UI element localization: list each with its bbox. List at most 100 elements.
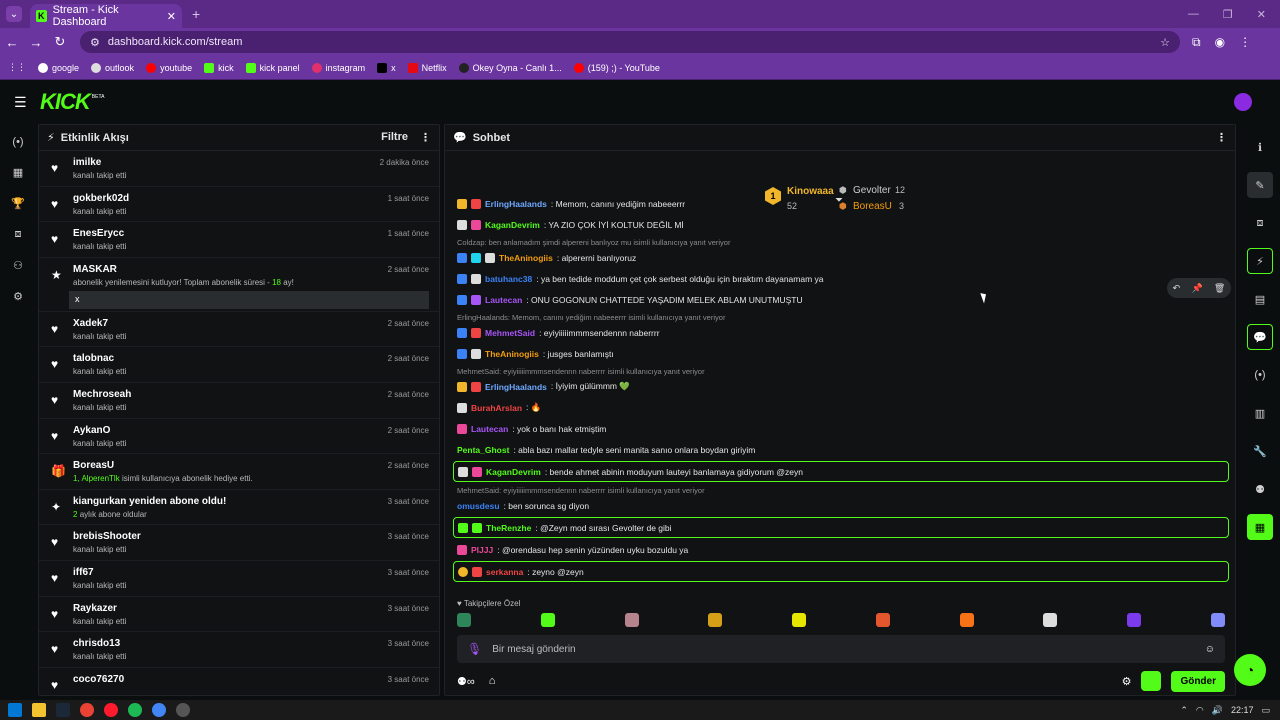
bookmark-kick[interactable]: kick [204,62,234,73]
close-window-icon[interactable]: ✕ [1257,8,1266,21]
chat-icon[interactable]: 💬 [1247,324,1273,350]
extensions-icon[interactable]: ⧉ [1192,35,1201,50]
trophy-icon[interactable]: 🏆 [11,197,25,210]
wifi-icon[interactable]: ◠ [1196,705,1204,716]
event-user[interactable]: MASKAR [73,264,429,275]
emote[interactable] [792,613,807,627]
delete-icon[interactable]: 🗑 [1214,283,1225,294]
stream-icon[interactable]: (•) [12,136,23,148]
event-user[interactable]: EnesErycc [73,228,429,239]
bookmark-kick-panel[interactable]: kick panel [245,62,300,73]
emote[interactable] [1127,613,1142,627]
microphone-icon[interactable]: 🎙 [467,642,482,656]
opera-icon[interactable] [104,703,118,717]
forward-icon[interactable]: → [24,35,48,50]
event-user[interactable]: iff67 [73,567,429,578]
kick-bot-icon[interactable] [1141,671,1162,691]
close-tab-icon[interactable]: ✕ [167,10,176,23]
clock[interactable]: 22:17 [1231,705,1254,715]
new-tab-icon[interactable]: + [192,6,200,22]
edit-icon[interactable]: ✎ [1247,172,1273,198]
restore-icon[interactable]: ❐ [1223,8,1233,21]
tab-search-icon[interactable]: ⌄ [6,6,22,22]
support-chat-icon[interactable]: ◔ [1234,654,1266,686]
nodes-icon[interactable]: ⚉ [1247,476,1273,502]
layout-icon[interactable]: ⧈ [1247,210,1273,236]
steam-icon[interactable] [56,703,70,717]
chat-input[interactable]: 🎙 Bir mesaj gönderin ☺ [457,635,1225,663]
event-user[interactable]: brebisShooter [73,531,429,542]
minimize-icon[interactable]: — [1188,8,1199,21]
avatar[interactable] [1234,93,1252,111]
bookmark-youtube-2[interactable]: (159) ;) - YouTube [573,62,660,73]
windows-start-icon[interactable] [8,703,22,717]
back-icon[interactable]: ← [0,35,24,50]
chrome-icon[interactable] [80,703,94,717]
volume-icon[interactable]: 🔊 [1212,705,1223,716]
points-icon[interactable]: ⚉∞ [457,675,475,688]
users-icon[interactable]: ⚇ [13,259,23,272]
emote[interactable] [457,613,471,627]
event-user[interactable]: imilke [73,157,429,168]
profile-icon[interactable]: ◉ [1215,35,1225,50]
emote[interactable] [875,613,890,627]
bookmark-youtube[interactable]: youtube [146,62,192,73]
emote[interactable] [624,613,639,627]
wrench-icon[interactable]: 🔧 [1247,438,1273,464]
bookmark-instagram[interactable]: instagram [311,62,365,73]
event-user[interactable]: kiangurkan yeniden abone oldu! [73,496,429,507]
bookmark-x[interactable]: x [377,62,396,73]
pin-icon[interactable]: 📌 [1191,283,1202,294]
emote[interactable] [1210,613,1225,627]
url-field[interactable]: ⚙ dashboard.kick.com/stream ☆ [80,31,1180,53]
browser-tab[interactable]: K Stream - Kick Dashboard ✕ [30,4,182,28]
chrome-active-icon[interactable] [152,703,166,717]
emoji-icon[interactable]: ☺ [1205,644,1215,655]
more-options-icon[interactable]: ⋮ [420,131,431,144]
tray-chevron-icon[interactable]: ⌃ [1180,705,1188,716]
event-user[interactable]: AykanO [73,425,429,436]
reply-icon[interactable]: ↶ [1173,283,1181,294]
event-user[interactable]: talobnac [73,353,429,364]
document-icon[interactable]: ▤ [1247,286,1273,312]
reload-icon[interactable]: ↻ [48,34,72,50]
more-options-icon[interactable]: ⋮ [1216,131,1227,144]
hamburger-menu-icon[interactable]: ☰ [14,94,28,111]
kick-logo[interactable]: KICK [40,89,91,115]
event-user[interactable]: BoreasU [73,460,429,471]
bookmark-netflix[interactable]: Netflix [407,62,447,73]
emote[interactable] [708,613,723,627]
event-user[interactable]: Mechroseah [73,389,429,400]
emote[interactable] [1043,613,1058,627]
store-icon[interactable]: ⌂ [489,675,496,687]
notifications-icon[interactable]: ▭ [1261,705,1270,716]
clapper-icon[interactable]: ▦ [1247,514,1273,540]
emote[interactable] [959,613,974,627]
broadcast-icon[interactable]: (•) [1247,362,1273,388]
bolt-icon[interactable]: ⚡ [1247,248,1273,274]
layout-icon[interactable]: ⧈ [15,228,22,241]
emote[interactable] [540,613,555,627]
event-user[interactable]: Xadek7 [73,318,429,329]
send-button[interactable]: Gönder [1171,670,1225,692]
dashboard-icon[interactable]: ▦ [13,166,23,179]
settings-icon[interactable]: ⚙ [13,290,23,303]
spotify-icon[interactable] [128,703,142,717]
bookmark-google[interactable]: google [38,62,79,73]
event-user[interactable]: Raykazer [73,603,429,614]
bookmark-okey[interactable]: Okey Oyna - Canlı 1... [458,62,562,73]
event-user[interactable]: coco76270 [73,674,429,685]
bookmark-outlook[interactable]: outlook [91,62,134,73]
browser-menu-icon[interactable]: ⋮ [1239,35,1251,50]
event-user[interactable]: chrisdo13 [73,638,429,649]
app-icon[interactable] [176,703,190,717]
site-info-icon[interactable]: ⚙ [90,36,100,49]
event-user[interactable]: gokberk02d [73,193,429,204]
filter-button[interactable]: Filtre [381,131,408,144]
chat-settings-icon[interactable]: ⚙ [1122,675,1132,688]
apps-grid-icon[interactable]: ⋮⋮ [8,62,26,73]
printer-icon[interactable]: ▥ [1247,400,1273,426]
bookmark-star-icon[interactable]: ☆ [1160,36,1170,49]
info-icon[interactable]: ℹ [1247,134,1273,160]
file-explorer-icon[interactable] [32,703,46,717]
